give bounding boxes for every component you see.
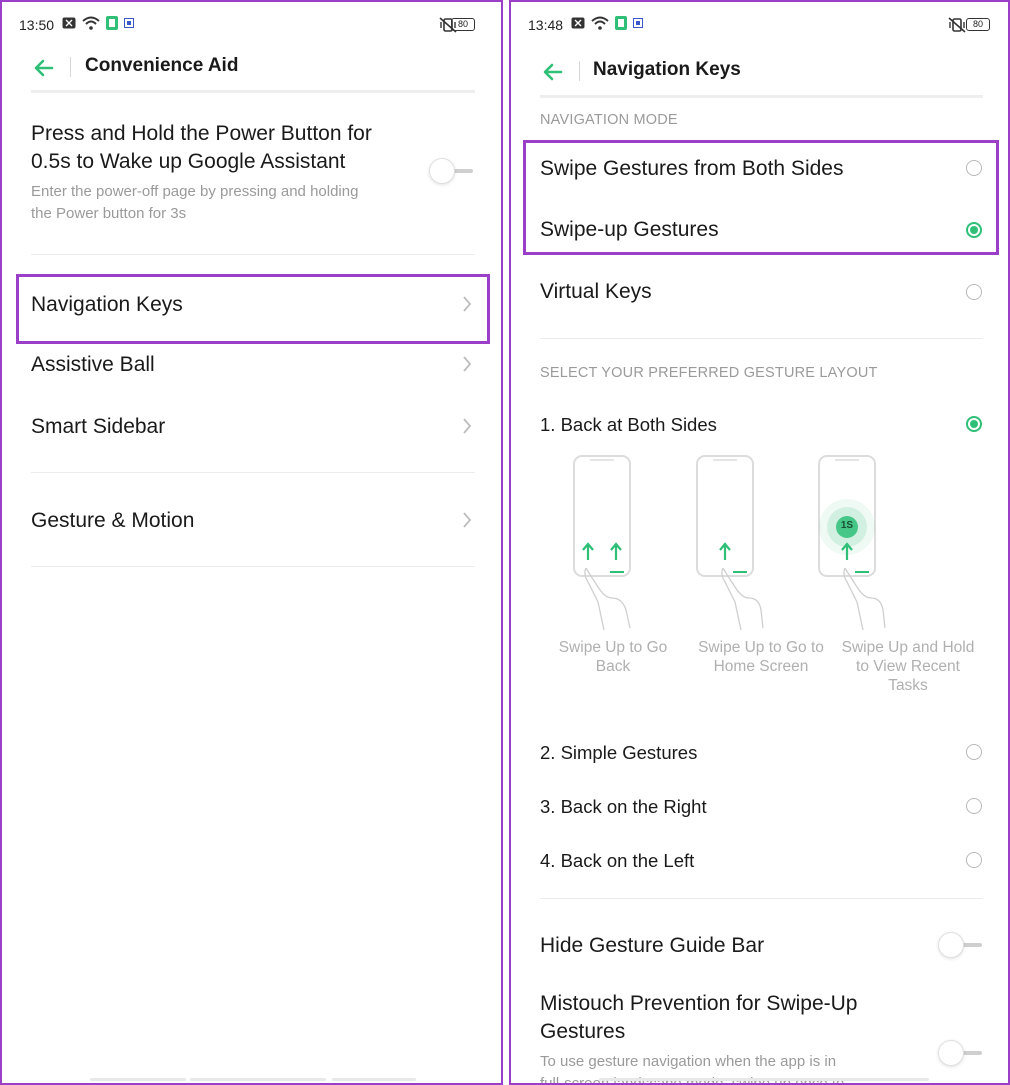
divider [31,254,475,255]
status-bar: 13:48 80 [511,2,1008,50]
option-label: 1. Back at Both Sides [540,414,717,435]
nav-hint [599,1078,929,1081]
setting-label: Hide Gesture Guide Bar [540,934,765,957]
list-item-label: Smart Sidebar [31,415,166,438]
list-item-label: Gesture & Motion [31,509,195,532]
status-icons [571,16,643,30]
notification-icon [571,17,585,29]
radio-button[interactable] [966,852,982,868]
swipe-home-illustration [696,455,764,630]
chevron-right-icon [463,418,472,434]
caption-line: Tasks [888,677,928,694]
convenience-aid-screen: 13:50 80 Convenience Aid Press and Hold … [0,0,503,1085]
caption-line: to View Recent [856,658,960,675]
chevron-right-icon [463,356,472,372]
navigation-keys-screen: 13:48 80 Navigation Keys NAVIGATION MODE… [509,0,1010,1085]
back-arrow-icon[interactable] [32,56,56,80]
back-arrow-icon[interactable] [541,60,565,84]
notification-icon [62,17,76,29]
status-icons [62,16,134,30]
caption-swipe-home: Swipe Up to Go to Home Screen [689,638,833,676]
option-label: 2. Simple Gestures [540,742,698,763]
caption-swipe-back: Swipe Up to Go Back [547,638,679,676]
divider [31,472,475,473]
radio-button[interactable] [966,744,982,760]
caption-line: Back [595,658,631,675]
hide-gesture-bar-setting[interactable]: Hide Gesture Guide Bar [540,922,985,972]
caption-line: Swipe Up to Go to [698,639,824,656]
radio-button-selected[interactable] [966,416,982,432]
option-label: Virtual Keys [540,280,652,303]
header-divider [70,57,71,77]
divider [540,898,983,899]
page-title: Navigation Keys [593,59,741,80]
highlight-box [523,140,999,255]
layout-option-back-left[interactable]: 4. Back on the Left [540,842,985,882]
header-underline [31,90,475,93]
wifi-icon [82,16,100,30]
setting-desc-line1: To use gesture navigation when the app i… [540,1053,837,1070]
app-notification-icon [615,16,627,30]
swipe-hold-recents-illustration [818,455,886,630]
section-heading-nav-mode: NAVIGATION MODE [540,112,678,128]
battery-icon: 80 [451,18,475,31]
nav-hint [332,1078,416,1081]
mistouch-prevention-setting[interactable]: Mistouch Prevention for Swipe-Up Gesture… [540,988,985,1083]
page-title: Convenience Aid [85,55,239,76]
header-divider [579,61,580,81]
power-assistant-toggle[interactable] [429,158,473,184]
vibrate-mute-icon [948,17,966,33]
hide-gesture-bar-toggle[interactable] [938,932,982,958]
mistouch-prevention-toggle[interactable] [938,1040,982,1066]
swipe-back-illustration [573,455,631,630]
app-notification-icon [106,16,118,30]
nav-hint [90,1078,186,1081]
chevron-right-icon [463,512,472,528]
nav-hint [190,1078,326,1081]
list-item-gesture-motion[interactable]: Gesture & Motion [31,498,477,548]
layout-option-simple-gestures[interactable]: 2. Simple Gestures [540,734,985,774]
power-setting-title-line1: Press and Hold the Power Button for [31,122,372,145]
power-button-assistant-setting[interactable]: Press and Hold the Power Button for 0.5s… [31,118,477,228]
status-time: 13:48 [528,17,564,33]
power-setting-desc-line1: Enter the power-off page by pressing and… [31,183,359,200]
power-setting-desc-line2: the Power button for 3s [31,205,187,222]
header-underline [540,95,983,98]
option-label: 3. Back on the Right [540,796,707,817]
app-bar: Convenience Aid [2,50,501,90]
option-label: 4. Back on the Left [540,850,695,871]
layout-option-back-both-sides[interactable]: 1. Back at Both Sides [540,406,985,446]
list-item-smart-sidebar[interactable]: Smart Sidebar [31,404,477,454]
list-item-label: Assistive Ball [31,353,155,376]
caption-line: Home Screen [713,658,809,675]
nav-mode-option-virtual-keys[interactable]: Virtual Keys [540,268,985,318]
section-heading-gesture-layout: SELECT YOUR PREFERRED GESTURE LAYOUT [540,365,878,381]
setting-title-line1: Mistouch Prevention for Swipe-Up [540,992,858,1015]
power-setting-title-line2: 0.5s to Wake up Google Assistant [31,150,346,173]
radio-button[interactable] [966,798,982,814]
app-bar: Navigation Keys [511,54,1008,94]
highlight-box [16,274,490,344]
divider [540,338,983,339]
setting-title-line2: Gestures [540,1020,626,1043]
divider [31,566,475,567]
hold-duration-badge: 1S [840,520,854,531]
radio-button[interactable] [966,284,982,300]
wifi-icon [591,16,609,30]
sim-icon [633,18,643,28]
sim-icon [124,18,134,28]
caption-swipe-hold: Swipe Up and Hold to View Recent Tasks [835,638,981,695]
layout-option-back-right[interactable]: 3. Back on the Right [540,788,985,828]
battery-icon: 80 [966,18,990,31]
list-item-assistive-ball[interactable]: Assistive Ball [31,342,477,392]
status-time: 13:50 [19,17,55,33]
status-bar: 13:50 80 [2,2,501,50]
caption-line: Swipe Up and Hold [841,639,975,656]
caption-line: Swipe Up to Go [558,639,668,656]
